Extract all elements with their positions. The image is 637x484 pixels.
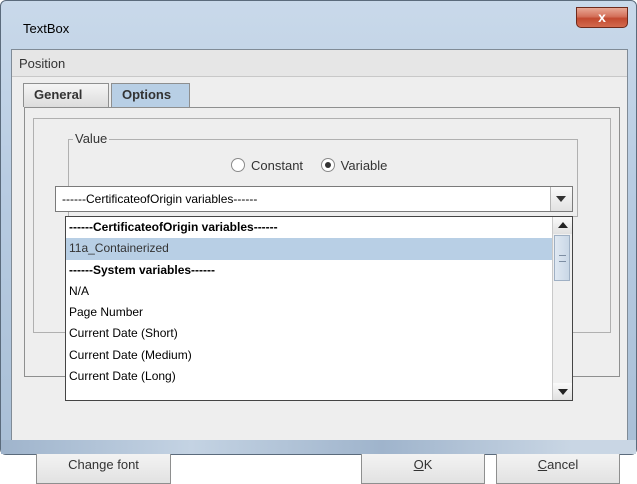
list-item[interactable]: Current Date (Medium) bbox=[66, 345, 552, 366]
list-item[interactable]: Current Date (Long) bbox=[66, 366, 552, 387]
radio-constant-option[interactable]: Constant bbox=[231, 158, 303, 173]
list-item[interactable]: 11a_Containerized bbox=[66, 238, 552, 260]
radio-constant-icon[interactable] bbox=[231, 158, 245, 172]
value-group-label: Value bbox=[73, 131, 110, 146]
ok-label-rest: K bbox=[423, 457, 433, 472]
ok-mnemonic: O bbox=[413, 457, 424, 472]
dropdown-items: ------CertificateofOrigin variables-----… bbox=[66, 217, 552, 387]
variable-combobox[interactable]: ------CertificateofOrigin variables-----… bbox=[55, 186, 573, 212]
list-item[interactable]: ------CertificateofOrigin variables-----… bbox=[66, 217, 552, 238]
scroll-thumb[interactable] bbox=[554, 235, 570, 281]
title-bar: TextBox x bbox=[9, 7, 628, 41]
cancel-button[interactable]: Cancel bbox=[496, 446, 620, 484]
close-icon: x bbox=[598, 9, 606, 25]
menu-position[interactable]: Position bbox=[19, 56, 65, 71]
change-font-button[interactable]: Change font bbox=[36, 446, 171, 484]
ok-button[interactable]: OK bbox=[361, 446, 485, 484]
cancel-label-rest: ancel bbox=[547, 457, 579, 472]
scroll-down-icon[interactable] bbox=[553, 383, 572, 400]
window-title: TextBox bbox=[23, 21, 70, 36]
scroll-up-icon[interactable] bbox=[553, 217, 572, 234]
tab-options[interactable]: Options bbox=[111, 83, 190, 107]
radio-variable-label[interactable]: Variable bbox=[341, 158, 388, 173]
chevron-down-icon[interactable] bbox=[550, 187, 572, 211]
list-item[interactable]: Current Date (Short) bbox=[66, 323, 552, 344]
variable-dropdown-list: ------CertificateofOrigin variables-----… bbox=[65, 216, 573, 401]
cancel-mnemonic: C bbox=[537, 457, 548, 472]
close-button[interactable]: x bbox=[576, 7, 628, 28]
value-type-radios: Constant Variable bbox=[231, 158, 401, 173]
radio-constant-label[interactable]: Constant bbox=[251, 158, 303, 173]
list-item[interactable]: ------System variables------ bbox=[66, 260, 552, 281]
radio-variable-option[interactable]: Variable bbox=[320, 158, 388, 173]
tab-general[interactable]: General bbox=[23, 83, 109, 107]
list-item[interactable]: N/A bbox=[66, 281, 552, 302]
radio-variable-icon[interactable] bbox=[320, 158, 335, 172]
combobox-value: ------CertificateofOrigin variables-----… bbox=[62, 192, 258, 206]
dropdown-scrollbar[interactable] bbox=[552, 217, 572, 400]
dialog-window: TextBox x Position General Options Value… bbox=[0, 0, 637, 484]
list-item[interactable]: Page Number bbox=[66, 302, 552, 323]
menu-bar: Position bbox=[12, 50, 627, 77]
